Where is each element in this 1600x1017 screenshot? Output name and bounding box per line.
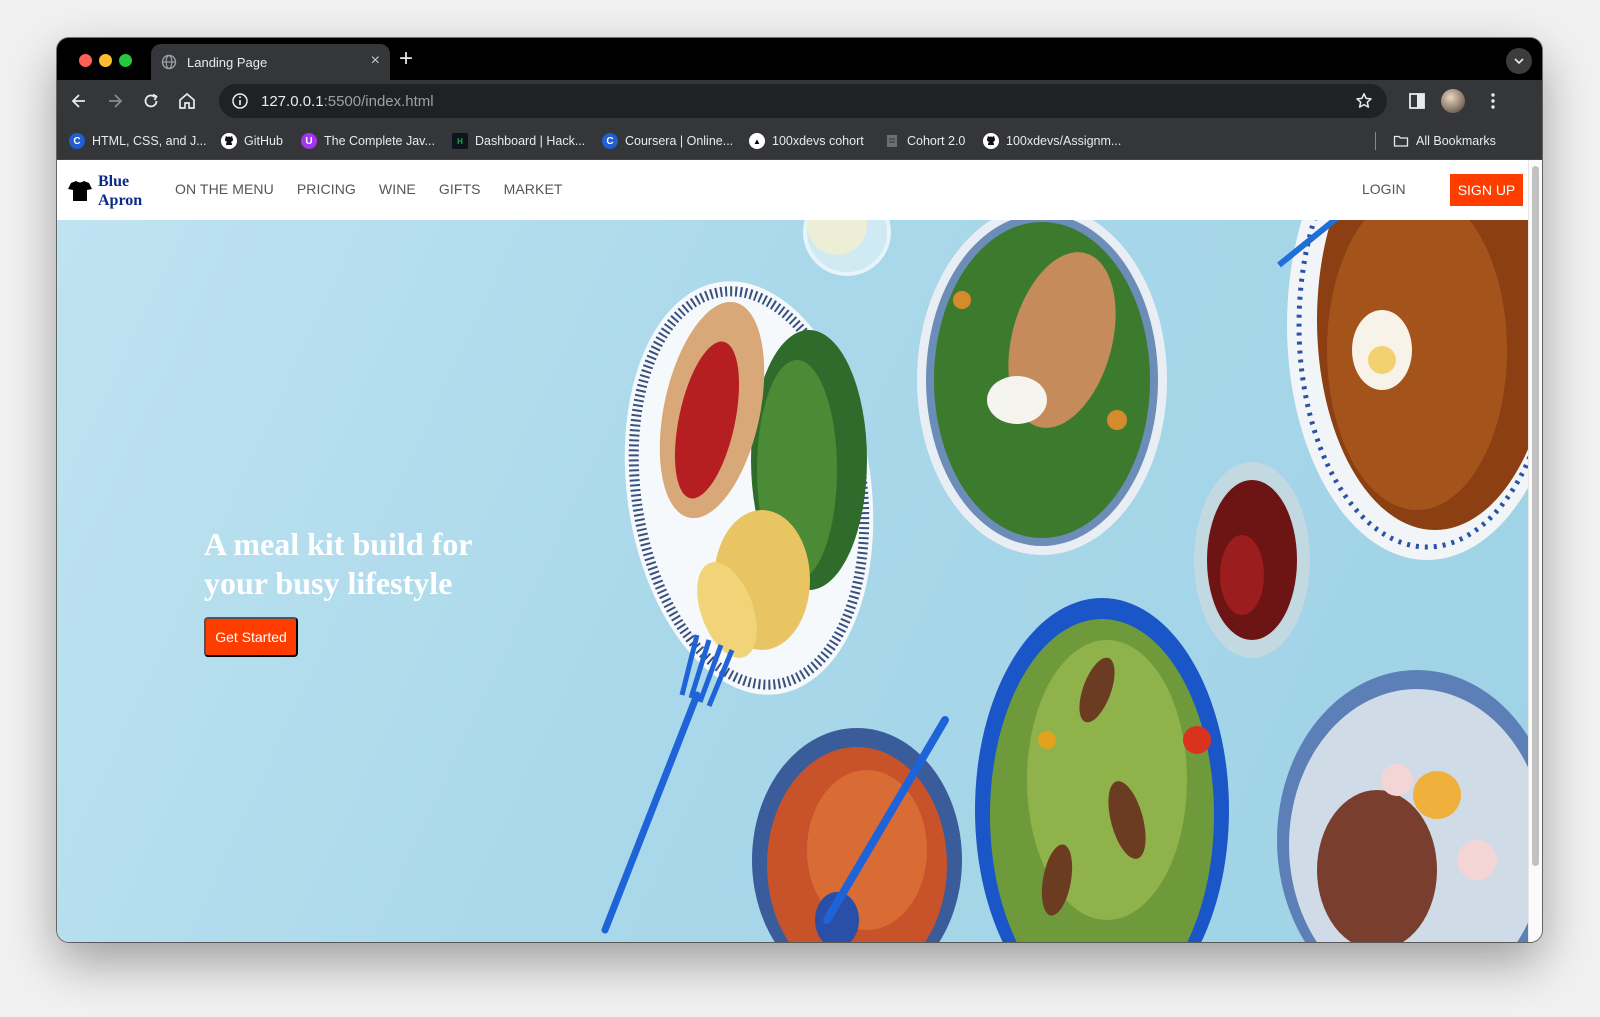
bookmark-item[interactable]: 100xdevs/Assignm... (983, 130, 1121, 152)
bowl-blue-salad (975, 598, 1229, 942)
bookmark-item[interactable]: C Coursera | Online... (602, 130, 733, 152)
fork-handle (601, 691, 701, 934)
browser-tab-active[interactable]: Landing Page × (151, 44, 390, 80)
browser-window: Landing Page × + 127.0.0.1:5500/index.h… (57, 38, 1542, 942)
triangle-icon: ▲ (749, 133, 765, 149)
more-menu-icon[interactable] (1483, 91, 1503, 111)
all-bookmarks-button[interactable]: All Bookmarks (1393, 130, 1496, 152)
nav-link-pricing[interactable]: PRICING (297, 181, 356, 197)
chevron-down-icon (1514, 58, 1524, 65)
wine-glass (1194, 462, 1310, 658)
globe-icon (161, 54, 177, 70)
main-nav: ON THE MENU PRICING WINE GIFTS MARKET (175, 181, 586, 197)
tab-search-button[interactable] (1506, 48, 1532, 74)
side-panel-icon[interactable] (1407, 91, 1427, 111)
udemy-icon: U (301, 133, 317, 149)
bookmark-item[interactable]: GitHub (221, 130, 283, 152)
page-viewport: Blue Apron ON THE MENU PRICING WINE GIFT… (57, 160, 1542, 942)
plate-chicken-salad (917, 220, 1167, 555)
bookmark-item[interactable]: Cohort 2.0 (884, 130, 965, 152)
logo-text-line1: Blue (98, 173, 130, 190)
bookmark-item[interactable]: H Dashboard | Hack... (452, 130, 585, 152)
coursera-icon: C (602, 133, 618, 149)
folder-icon (1393, 135, 1409, 147)
logo-text-line2: Apron (98, 192, 143, 209)
hero-headline: A meal kit build for your busy lifestyle (204, 525, 544, 603)
page-scrollbar[interactable] (1528, 160, 1542, 942)
bookmarks-bar: C HTML, CSS, and J... GitHub U The Compl… (57, 122, 1542, 160)
bookmark-item[interactable]: ▲ 100xdevs cohort (749, 130, 864, 152)
bookmark-item[interactable]: C HTML, CSS, and J... (69, 130, 207, 152)
page-icon (887, 135, 897, 147)
profile-avatar[interactable] (1441, 89, 1465, 113)
home-icon[interactable] (177, 91, 197, 111)
nav-link-wine[interactable]: WINE (379, 181, 416, 197)
github-icon (221, 133, 237, 149)
scrollbar-thumb[interactable] (1532, 166, 1539, 866)
url-host: 127.0.0.1 (261, 92, 324, 110)
login-link[interactable]: LOGIN (1362, 181, 1406, 197)
new-tab-button[interactable]: + (399, 46, 413, 72)
forward-arrow-icon[interactable] (105, 91, 125, 111)
bookmark-item[interactable]: U The Complete Jav... (301, 130, 435, 152)
tab-close-icon[interactable]: × (371, 52, 380, 70)
nav-link-market[interactable]: MARKET (504, 181, 563, 197)
github-icon (983, 133, 999, 149)
hero-section: A meal kit build for your busy lifestyle… (57, 220, 1528, 942)
bookmark-label: Coursera | Online... (625, 134, 734, 148)
plate-steak-citrus (1277, 670, 1528, 942)
reload-icon[interactable] (141, 91, 161, 111)
coursera-icon: C (69, 133, 85, 149)
bookmark-label: HTML, CSS, and J... (92, 134, 207, 148)
get-started-button[interactable]: Get Started (204, 617, 298, 657)
apron-icon (68, 181, 92, 201)
url-path: :5500/index.html (323, 92, 434, 110)
tab-strip: Landing Page × + (57, 38, 1542, 80)
site-logo[interactable]: Blue Apron (67, 172, 142, 210)
maximize-window-button[interactable] (119, 54, 132, 67)
tab-title: Landing Page (187, 54, 268, 70)
bookmark-label: 100xdevs/Assignm... (1006, 134, 1122, 148)
plate-noodles (1277, 220, 1528, 560)
bookmark-star-icon[interactable] (1355, 92, 1373, 110)
nav-link-on-the-menu[interactable]: ON THE MENU (175, 181, 274, 197)
nav-link-gifts[interactable]: GIFTS (439, 181, 481, 197)
hero-headline-line1: A meal kit build for (204, 526, 473, 562)
hackerrank-icon: H (452, 133, 468, 149)
signup-button[interactable]: SIGN UP (1450, 174, 1523, 206)
site-info-icon[interactable] (231, 92, 249, 110)
back-arrow-icon[interactable] (69, 91, 89, 111)
bookmark-label: Cohort 2.0 (907, 134, 966, 148)
site-navbar: Blue Apron ON THE MENU PRICING WINE GIFT… (57, 160, 1528, 220)
plate-fish-potatoes (624, 281, 874, 695)
bookmark-label: GitHub (244, 134, 283, 148)
hero-headline-line2: your busy lifestyle (204, 565, 453, 601)
bookmarks-divider (1375, 132, 1376, 150)
all-bookmarks-label: All Bookmarks (1416, 134, 1496, 148)
close-window-button[interactable] (79, 54, 92, 67)
bookmark-label: Dashboard | Hack... (475, 134, 586, 148)
bookmark-label: 100xdevs cohort (772, 134, 864, 148)
bookmark-label: The Complete Jav... (324, 134, 435, 148)
bowl-pasta (752, 728, 962, 942)
browser-toolbar: 127.0.0.1:5500/index.html (57, 80, 1542, 122)
minimize-window-button[interactable] (99, 54, 112, 67)
address-bar[interactable]: 127.0.0.1:5500/index.html (219, 84, 1387, 118)
